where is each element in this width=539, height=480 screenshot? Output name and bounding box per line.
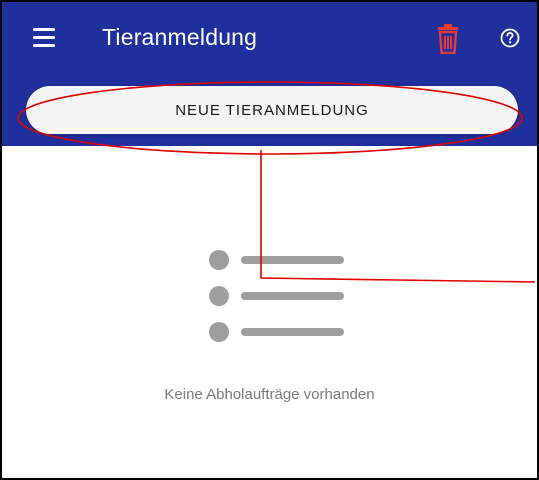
new-registration-button[interactable]: NEUE TIERANMELDUNG xyxy=(26,86,518,134)
app-bar: Tieranmeldung NEUE TIERANMELDUNG xyxy=(2,2,537,146)
hamburger-menu-icon[interactable] xyxy=(32,28,56,48)
trash-icon[interactable] xyxy=(436,24,460,55)
page-title: Tieranmeldung xyxy=(102,24,258,50)
empty-state-message: Keine Abholaufträge vorhanden xyxy=(164,386,375,403)
list-placeholder-icon xyxy=(205,248,350,348)
help-circle-icon[interactable] xyxy=(500,28,520,48)
